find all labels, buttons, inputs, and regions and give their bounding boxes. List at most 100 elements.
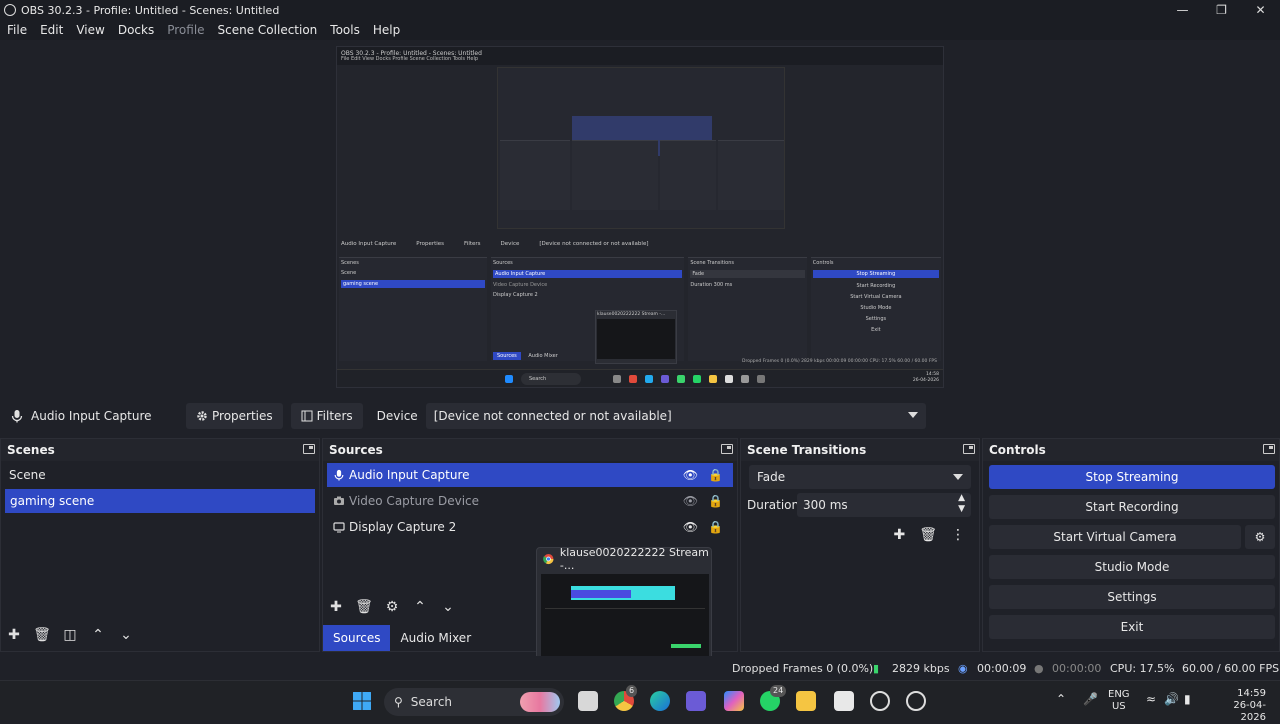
studio-mode-button[interactable]: Studio Mode	[989, 555, 1275, 579]
device-select[interactable]: [Device not connected or not available]	[425, 403, 926, 429]
menu-edit[interactable]: Edit	[40, 23, 63, 37]
arrow-down-icon[interactable]: ⌄	[117, 627, 135, 643]
arrow-up-icon[interactable]: ⌃	[89, 627, 107, 643]
menu-bar: File Edit View Docks Profile Scene Colle…	[0, 20, 1280, 40]
arrow-up-icon[interactable]: ⌃	[411, 599, 429, 615]
exit-button[interactable]: Exit	[989, 615, 1275, 639]
properties-button[interactable]: Properties	[186, 403, 283, 429]
source-toolbar: Audio Input Capture Properties Filters D…	[0, 396, 1280, 436]
task-view-icon[interactable]	[578, 691, 598, 711]
microphone-tray-icon[interactable]: 🎤	[1083, 693, 1098, 705]
controls-dock: Controls Stop Streaming Start Recording …	[982, 438, 1280, 652]
source-item[interactable]: Video Capture Device 👁 🔒	[327, 489, 733, 513]
add-icon[interactable]: ✚	[893, 527, 905, 543]
taskbar-thumbnail-popup[interactable]: klause0020222222 Stream -...	[536, 546, 712, 665]
language-indicator[interactable]: ENG US	[1108, 689, 1130, 713]
obs-logo-icon	[4, 4, 16, 16]
eye-icon[interactable]: 👁	[683, 520, 698, 534]
obs-active-icon[interactable]	[906, 691, 926, 711]
lock-icon[interactable]: 🔒	[708, 520, 723, 534]
transition-select[interactable]: Fade	[749, 465, 971, 489]
source-item[interactable]: Audio Input Capture 👁 🔒	[327, 463, 733, 487]
stream-status-icon: ◉	[958, 662, 968, 675]
wifi-icon[interactable]: ≈	[1146, 693, 1156, 705]
source-item[interactable]: Display Capture 2 👁 🔒	[327, 515, 733, 539]
trash-icon[interactable]: 🗑	[919, 527, 937, 543]
preview-mini-taskbar: Search 14:58 26-04-2026	[337, 369, 943, 387]
lock-open-icon[interactable]: 🔒	[708, 494, 723, 508]
cpu-usage: CPU: 17.5%	[1110, 662, 1175, 675]
scenes-list: Scene gaming scene ✚ 🗑 ◫ ⌃ ⌄	[1, 461, 319, 651]
battery-icon[interactable]: ▮	[1184, 693, 1191, 705]
menu-profile[interactable]: Profile	[167, 23, 204, 37]
bitrate: 2829 kbps	[892, 662, 950, 675]
preview-nested-capture	[497, 67, 785, 229]
more-vertical-icon[interactable]: ⋮	[951, 527, 965, 543]
file-explorer-icon[interactable]	[796, 691, 816, 711]
menu-help[interactable]: Help	[373, 23, 400, 37]
eye-hidden-icon[interactable]: 👁	[683, 494, 698, 508]
trash-icon[interactable]: 🗑	[33, 627, 51, 643]
scene-item[interactable]: Scene	[1, 463, 319, 487]
controls-dock-title: Controls	[983, 439, 1279, 461]
chrome-badge: 6	[626, 685, 638, 697]
menu-view[interactable]: View	[76, 23, 104, 37]
edge-icon[interactable]	[650, 691, 670, 711]
scene-item[interactable]: gaming scene	[5, 489, 315, 513]
clock[interactable]: 14:59 26-04-2026	[1208, 688, 1266, 724]
menu-tools[interactable]: Tools	[330, 23, 360, 37]
menu-docks[interactable]: Docks	[118, 23, 154, 37]
add-icon[interactable]: ✚	[5, 627, 23, 643]
program-preview[interactable]: OBS 30.2.3 - Profile: Untitled - Scenes:…	[336, 46, 944, 388]
duration-spinbox[interactable]: 300 ms ▲ ▼	[797, 493, 971, 517]
maximize-icon[interactable]: ❐	[1202, 0, 1241, 20]
add-icon[interactable]: ✚	[327, 599, 345, 615]
windows-start-icon[interactable]	[352, 691, 372, 711]
start-recording-button[interactable]: Start Recording	[989, 495, 1275, 519]
camera-icon	[334, 496, 344, 505]
selected-source-name: Audio Input Capture	[31, 409, 152, 423]
undock-icon[interactable]	[963, 444, 975, 454]
monitor-icon	[333, 522, 345, 533]
tab-sources[interactable]: Sources	[323, 625, 391, 651]
undock-icon[interactable]	[721, 444, 733, 454]
arrow-down-icon[interactable]: ⌄	[439, 599, 457, 615]
minimize-icon[interactable]: —	[1163, 0, 1202, 20]
signal-bars-icon: ▮	[873, 662, 880, 675]
taskbar-search[interactable]: ⚲ Search	[384, 688, 564, 716]
store-icon[interactable]	[834, 691, 854, 711]
volume-icon[interactable]: 🔊	[1164, 693, 1179, 705]
tab-audio-mixer[interactable]: Audio Mixer	[390, 625, 481, 651]
copilot-icon[interactable]	[724, 691, 744, 711]
undock-icon[interactable]	[303, 444, 315, 454]
start-virtual-camera-button[interactable]: Start Virtual Camera	[989, 525, 1241, 549]
obs-app-icon[interactable]	[870, 691, 890, 711]
teams-icon[interactable]	[686, 691, 706, 711]
gear-icon[interactable]: ⚙	[383, 599, 401, 615]
settings-button[interactable]: Settings	[989, 585, 1275, 609]
preview-mini-docks: Scenes Scene gaming scene Sources Audio …	[337, 257, 943, 364]
title-bar: OBS 30.2.3 - Profile: Untitled - Scenes:…	[0, 0, 1280, 20]
scene-transitions-dock: Scene Transitions Fade Duration 300 ms ▲…	[740, 438, 980, 652]
virtual-camera-settings-button[interactable]: ⚙	[1245, 525, 1275, 549]
menu-file[interactable]: File	[7, 23, 27, 37]
filter-icon[interactable]: ◫	[61, 627, 79, 643]
scenes-dock: Scenes Scene gaming scene ✚ 🗑 ◫ ⌃ ⌄	[0, 438, 320, 652]
filters-button[interactable]: Filters	[290, 403, 363, 429]
close-icon[interactable]: ✕	[1241, 0, 1280, 20]
trash-icon[interactable]: 🗑	[355, 599, 373, 615]
duration-label: Duration	[747, 498, 800, 512]
menu-scene-collection[interactable]: Scene Collection	[218, 23, 318, 37]
lock-open-icon[interactable]: 🔒	[708, 468, 723, 482]
spin-arrows-icon[interactable]: ▲ ▼	[958, 493, 965, 515]
sources-dock-title: Sources	[323, 439, 737, 461]
chevron-up-icon[interactable]: ⌃	[1056, 693, 1066, 705]
scenes-toolbar: ✚ 🗑 ◫ ⌃ ⌄	[5, 627, 135, 643]
sources-toolbar: ✚ 🗑 ⚙ ⌃ ⌄	[327, 599, 457, 615]
undock-icon[interactable]	[1263, 444, 1275, 454]
eye-icon[interactable]: 👁	[683, 468, 698, 482]
popup-title: klause0020222222 Stream -...	[559, 546, 709, 572]
gear-icon	[197, 411, 207, 421]
chrome-icon	[543, 554, 554, 565]
stop-streaming-button[interactable]: Stop Streaming	[989, 465, 1275, 489]
